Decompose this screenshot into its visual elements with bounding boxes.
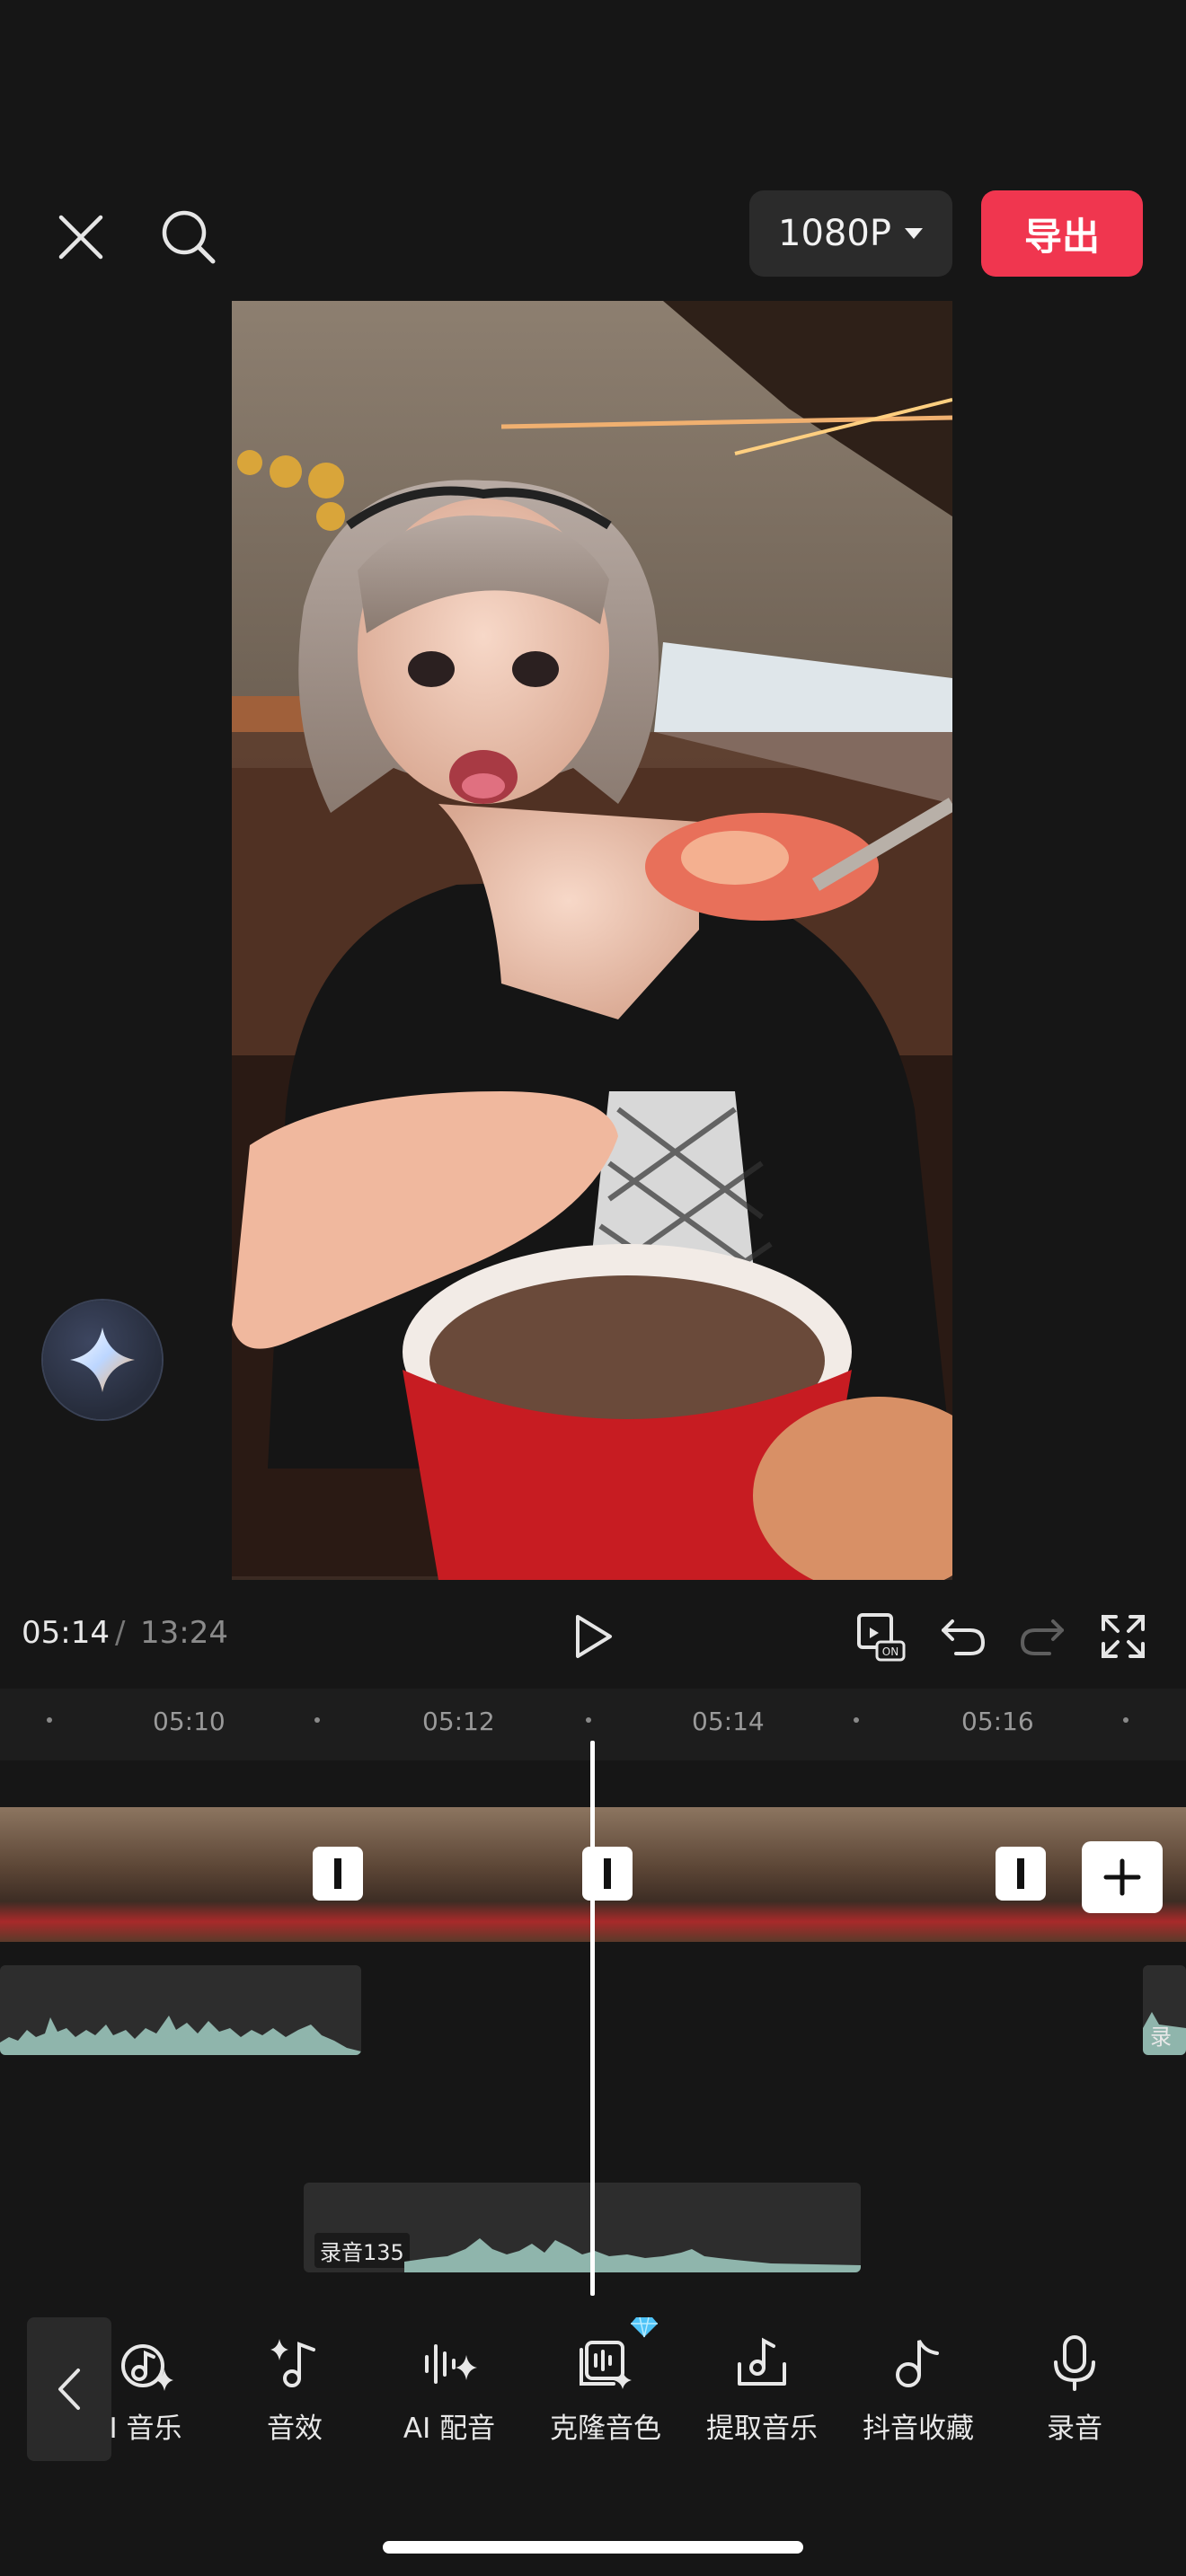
tool-sound-effects[interactable]: 音效 [223, 2333, 367, 2450]
clip-thumbnail [798, 1807, 865, 1942]
preview-frame-image [232, 301, 952, 1580]
transition-button[interactable] [996, 1847, 1046, 1901]
audio-clip[interactable]: 录音 [1143, 1965, 1186, 2055]
extract-music-icon [738, 2337, 786, 2386]
ruler-dot [314, 1717, 320, 1723]
redo-icon [1020, 1619, 1064, 1655]
video-preview[interactable] [232, 301, 952, 1580]
sound-effect-icon [270, 2339, 315, 2387]
fullscreen-button[interactable] [1094, 1608, 1152, 1665]
ai-voice-icon [425, 2344, 477, 2384]
ruler-dot [47, 1717, 52, 1723]
audio-waveform [404, 2238, 861, 2272]
microphone-icon [1054, 2335, 1095, 2391]
clip-thumbnail [199, 1807, 267, 1942]
audio-clip[interactable]: 录音135 [304, 2183, 861, 2272]
tool-douyin-favorites[interactable]: 抖音收藏 [846, 2333, 990, 2450]
playhead[interactable] [590, 1741, 595, 2296]
music-sparkle-icon [121, 2344, 173, 2391]
tool-music[interactable]: I 音乐 [74, 2333, 217, 2450]
tool-label: 抖音收藏 [863, 2413, 974, 2445]
premium-diamond-icon [631, 2316, 658, 2338]
play-button[interactable] [561, 1608, 624, 1665]
home-indicator[interactable] [383, 2541, 803, 2554]
fullscreen-icon [1102, 1615, 1145, 1658]
clip-thumbnail [66, 1807, 134, 1942]
clip-thumbnail [465, 1807, 533, 1942]
ai-assistant-button[interactable] [43, 1301, 162, 1419]
tool-extract-music[interactable]: 提取音乐 [690, 2333, 834, 2450]
total-duration: 13:24 [140, 1615, 228, 1651]
tool-label: 音效 [267, 2413, 323, 2445]
clip-thumbnail [931, 1807, 998, 1942]
sparkle-icon [70, 1328, 135, 1392]
keyframe-badge: ON [882, 1645, 898, 1658]
ruler-label: 05:10 [153, 1707, 226, 1736]
ruler-dot [854, 1717, 859, 1723]
export-button[interactable]: 导出 [981, 190, 1143, 277]
audio-clip[interactable] [0, 1965, 361, 2055]
undo-icon [942, 1619, 986, 1655]
ruler-dot [1123, 1717, 1128, 1723]
clip-thumbnail [133, 1807, 200, 1942]
close-icon [58, 215, 103, 260]
tool-label: AI 配音 [403, 2413, 496, 2445]
transition-button[interactable] [313, 1847, 363, 1901]
tool-label: 录音 [1047, 2413, 1102, 2445]
play-icon [576, 1615, 612, 1658]
resolution-selector[interactable]: 1080P [749, 190, 952, 277]
clip-thumbnail [399, 1807, 466, 1942]
ruler-dot [586, 1717, 591, 1723]
audio-clip-label: 录音 [1150, 2025, 1172, 2050]
undo-button[interactable] [934, 1608, 992, 1665]
close-button[interactable] [47, 203, 115, 271]
clip-thumbnail [665, 1807, 732, 1942]
keyframe-on-icon: ON [857, 1613, 906, 1662]
search-icon [162, 210, 216, 264]
chevron-down-icon [904, 228, 923, 239]
clone-voice-icon [580, 2341, 632, 2389]
ruler-label: 05:14 [692, 1707, 765, 1736]
clip-thumbnail [731, 1807, 799, 1942]
tool-label: 提取音乐 [706, 2413, 818, 2445]
clip-thumbnail [864, 1807, 932, 1942]
redo-button[interactable] [1013, 1608, 1071, 1665]
time-separator: / [115, 1615, 126, 1651]
tool-label: I 音乐 [109, 2413, 182, 2445]
resolution-label: 1080P [778, 213, 891, 254]
plus-icon [1103, 1858, 1141, 1896]
ruler-label: 05:16 [961, 1707, 1034, 1736]
tool-clone-voice[interactable]: 克隆音色 [534, 2316, 677, 2450]
keyframe-toggle[interactable]: ON [852, 1608, 909, 1665]
search-button[interactable] [151, 199, 226, 275]
clip-thumbnail [0, 1807, 67, 1942]
add-clip-button[interactable] [1082, 1841, 1163, 1913]
current-time: 05:14 [22, 1615, 110, 1651]
tool-ai-voice[interactable]: AI 配音 [377, 2333, 521, 2450]
douyin-favorites-icon [896, 2340, 939, 2387]
tool-record[interactable]: 录音 [1003, 2333, 1146, 2450]
audio-waveform [0, 2016, 361, 2055]
tool-label: 克隆音色 [550, 2413, 661, 2445]
ruler-label: 05:12 [422, 1707, 495, 1736]
